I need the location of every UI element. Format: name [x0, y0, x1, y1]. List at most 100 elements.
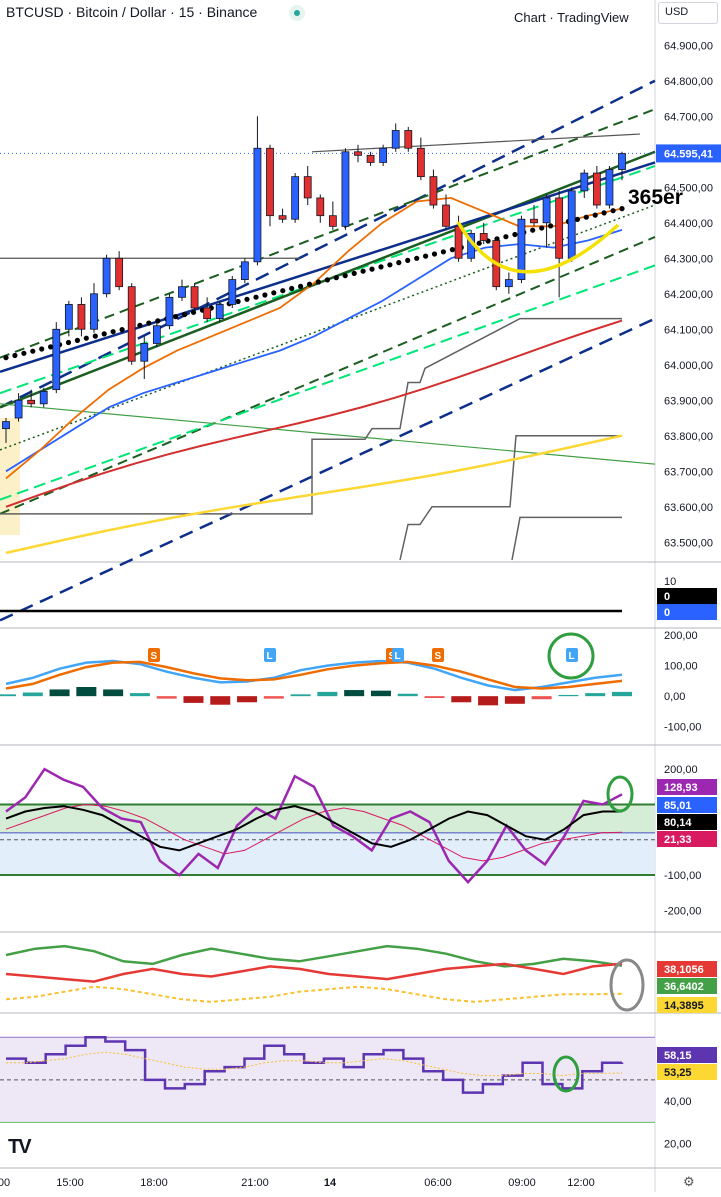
sma-dot: [476, 240, 482, 246]
signal-label: L: [395, 651, 401, 662]
osc3-value-2: 85,01: [664, 800, 692, 812]
osc3-value-4: 21,33: [664, 834, 692, 846]
candle-down: [592, 172, 601, 206]
chart-title[interactable]: BTCUSD · Bitcoin / Dollar · 15 · Binance: [6, 4, 257, 20]
currency-selector[interactable]: USD: [658, 2, 718, 24]
osc5-value-1: 58,15: [664, 1050, 692, 1062]
sma-dot: [369, 266, 375, 272]
candle-down: [115, 257, 124, 288]
price-tick-label: 64.300,00: [664, 253, 713, 265]
candle-up: [14, 399, 23, 419]
time-label: 14: [324, 1177, 337, 1189]
sma-dot: [65, 339, 72, 346]
time-label: 21:00: [241, 1177, 269, 1189]
candle-down: [303, 176, 312, 199]
sma-dot: [601, 210, 607, 216]
watermark-text: 365er: [628, 186, 683, 209]
sma-dot: [298, 283, 304, 289]
sma-dot: [610, 208, 616, 214]
candle-down: [366, 154, 375, 163]
sma-dot: [360, 268, 366, 274]
osc2-histogram-bar: [344, 690, 365, 697]
osc2-histogram-bar: [290, 694, 311, 697]
osc2-histogram-bar: [76, 687, 97, 697]
candle-up: [165, 296, 174, 327]
sma-dot: [503, 234, 509, 240]
chart-root: 64.900,0064.800,0064.700,0064.600,0064.5…: [0, 0, 721, 1192]
osc2-histogram-bar: [612, 691, 632, 697]
candle-down: [479, 233, 488, 241]
sma-dot: [548, 223, 554, 229]
time-label: 09:00: [508, 1177, 536, 1189]
candle-up: [379, 147, 388, 163]
osc5-value-2: 53,25: [664, 1067, 692, 1079]
settings-icon[interactable]: ⚙: [683, 1174, 695, 1190]
chart-canvas: 64.900,0064.800,0064.700,0064.600,0064.5…: [0, 0, 721, 1192]
price-tick-label: 64.900,00: [664, 40, 713, 52]
price-tick-label: 63.500,00: [664, 537, 713, 549]
osc2-histogram-bar: [478, 696, 499, 706]
sma-dot: [137, 322, 143, 328]
osc1-value: 0: [664, 591, 670, 603]
sma-dot: [315, 279, 322, 285]
osc2-histogram-bar: [504, 696, 525, 704]
sma-dot: [110, 329, 116, 335]
price-tick-label: 64.200,00: [664, 289, 713, 301]
sma-dot: [431, 251, 438, 257]
currency-label: USD: [665, 6, 689, 18]
candle-up: [253, 147, 262, 263]
sma-dot: [583, 214, 589, 220]
price-axis: 64.900,0064.800,0064.700,0064.600,0064.5…: [656, 40, 721, 549]
sma-dot: [440, 249, 446, 255]
sma-dot: [530, 227, 536, 233]
time-label: 15:00: [56, 1177, 84, 1189]
sma-dot: [74, 337, 80, 343]
candle-up: [618, 153, 626, 170]
candle-down: [266, 147, 274, 217]
osc2-histogram-bar: [263, 696, 284, 699]
candle-up: [341, 151, 350, 227]
osc5-tick: 20,00: [664, 1139, 692, 1151]
current-price-label: 64.595,41: [664, 148, 713, 160]
candle-up: [240, 261, 249, 280]
candle-up: [605, 169, 614, 206]
candle-down: [454, 225, 463, 259]
osc2-histogram-bar: [237, 696, 258, 703]
price-tick-label: 64.800,00: [664, 76, 713, 88]
tradingview-logo: TV: [8, 1136, 32, 1158]
osc2-histogram-bar: [451, 696, 472, 703]
sma-dot: [396, 260, 402, 266]
candle-up: [542, 197, 551, 224]
sma-dot: [182, 311, 188, 318]
price-tick-label: 64.400,00: [664, 218, 713, 230]
candle-up: [228, 279, 237, 305]
sma-dot: [119, 327, 125, 333]
eye-icon[interactable]: [289, 5, 305, 21]
osc2-histogram-bar: [558, 694, 579, 697]
candle-up: [140, 343, 149, 362]
candle-down: [316, 197, 325, 217]
candle-up: [291, 176, 300, 220]
candle-down: [530, 218, 538, 224]
candle-up: [567, 190, 576, 259]
session-highlight: [0, 418, 20, 536]
sma-dot: [253, 294, 259, 300]
osc2-histogram-bar: [0, 694, 16, 697]
osc2-histogram-bar: [156, 696, 177, 699]
sma-dot: [39, 346, 45, 352]
price-tick-label: 64.000,00: [664, 360, 713, 372]
candle-down: [278, 215, 287, 220]
sma-dot: [3, 355, 9, 361]
osc1-value-2: 0: [664, 607, 670, 619]
candle-down: [429, 176, 438, 206]
sma-dot: [342, 273, 348, 279]
candle-up: [391, 130, 400, 149]
candle-down: [354, 151, 362, 156]
candle-up: [52, 328, 61, 391]
signal-label: S: [151, 651, 158, 662]
osc2-histogram-bar: [585, 693, 606, 697]
sma-dot: [83, 335, 89, 341]
sma-dot: [235, 298, 241, 305]
osc2-histogram-bar: [210, 696, 231, 705]
time-label: 18:00: [140, 1177, 168, 1189]
